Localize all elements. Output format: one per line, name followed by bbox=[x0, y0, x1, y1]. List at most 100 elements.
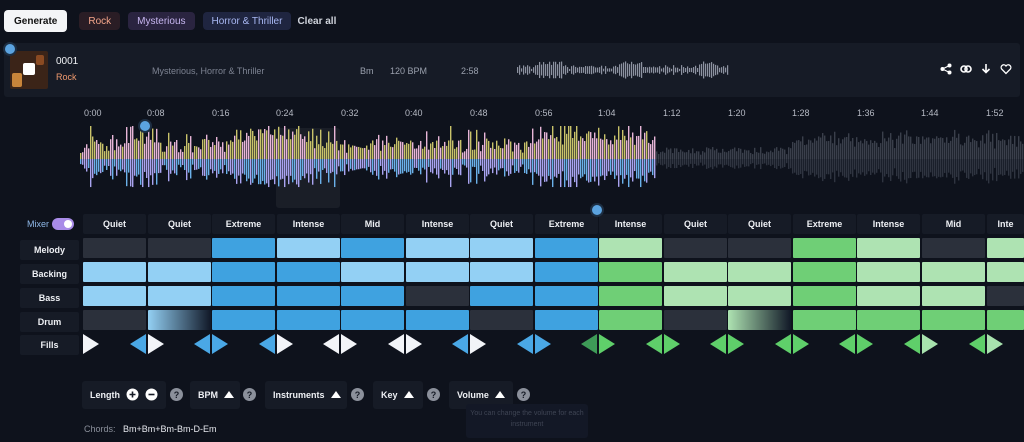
section-intensity[interactable]: Intense bbox=[599, 214, 662, 234]
section-intensity[interactable]: Extreme bbox=[212, 214, 275, 234]
mixer-cell[interactable] bbox=[664, 310, 727, 330]
mixer-cell[interactable] bbox=[664, 262, 727, 282]
mixer-cell[interactable] bbox=[212, 286, 275, 306]
clear-all-button[interactable]: Clear all bbox=[297, 16, 336, 27]
fill-marker[interactable] bbox=[259, 334, 293, 354]
section-intensity[interactable]: Quiet bbox=[148, 214, 211, 234]
playhead-handle[interactable] bbox=[592, 205, 602, 215]
mixer-cell[interactable] bbox=[277, 238, 340, 258]
mixer-cell[interactable] bbox=[341, 238, 404, 258]
mixer-cell[interactable] bbox=[470, 262, 533, 282]
mixer-cell[interactable] bbox=[83, 238, 146, 258]
section-intensity[interactable]: Quiet bbox=[83, 214, 146, 234]
mixer-cell[interactable] bbox=[922, 286, 985, 306]
mixer-cell[interactable] bbox=[987, 238, 1024, 258]
mixer-cell[interactable] bbox=[793, 262, 856, 282]
mixer-cell[interactable] bbox=[148, 310, 211, 330]
fill-marker[interactable] bbox=[388, 334, 422, 354]
mixer-cell[interactable] bbox=[857, 262, 920, 282]
loop-start-handle[interactable] bbox=[140, 121, 150, 131]
mixer-cell[interactable] bbox=[277, 286, 340, 306]
mixer-cell[interactable] bbox=[341, 310, 404, 330]
section-intensity[interactable]: Extreme bbox=[793, 214, 856, 234]
fill-marker[interactable] bbox=[839, 334, 873, 354]
mixer-cell[interactable] bbox=[535, 262, 598, 282]
instruments-help-icon[interactable]: ? bbox=[351, 388, 364, 401]
mixer-toggle[interactable] bbox=[52, 218, 74, 230]
mixer-cell[interactable] bbox=[406, 286, 469, 306]
fill-marker[interactable] bbox=[452, 334, 486, 354]
mixer-cell[interactable] bbox=[728, 262, 791, 282]
mixer-cell[interactable] bbox=[987, 262, 1024, 282]
fill-marker[interactable] bbox=[710, 334, 744, 354]
generate-button[interactable]: Generate bbox=[4, 10, 68, 32]
mixer-cell[interactable] bbox=[148, 238, 211, 258]
mixer-cell[interactable] bbox=[664, 238, 727, 258]
mixer-cell[interactable] bbox=[599, 286, 662, 306]
mixer-cell[interactable] bbox=[83, 286, 146, 306]
fill-marker[interactable] bbox=[83, 334, 99, 354]
mixer-cell[interactable] bbox=[148, 286, 211, 306]
track-mini-waveform[interactable] bbox=[517, 59, 729, 81]
section-intensity[interactable]: Extreme bbox=[535, 214, 598, 234]
bpm-help-icon[interactable]: ? bbox=[243, 388, 256, 401]
mixer-cell[interactable] bbox=[212, 238, 275, 258]
section-intensity[interactable]: Mid bbox=[922, 214, 985, 234]
track-row[interactable]: 0001 Rock Mysterious, Horror & Thriller … bbox=[4, 43, 1020, 97]
fill-marker[interactable] bbox=[775, 334, 809, 354]
mixer-cell[interactable] bbox=[470, 286, 533, 306]
mixer-cell[interactable] bbox=[987, 310, 1024, 330]
mixer-cell[interactable] bbox=[83, 310, 146, 330]
download-icon[interactable] bbox=[980, 63, 992, 75]
mixer-cell[interactable] bbox=[212, 262, 275, 282]
mixer-cell[interactable] bbox=[922, 310, 985, 330]
mixer-cell[interactable] bbox=[599, 238, 662, 258]
section-intensity[interactable]: Intense bbox=[857, 214, 920, 234]
fill-marker[interactable] bbox=[581, 334, 615, 354]
mixer-cell[interactable] bbox=[470, 310, 533, 330]
length-help-icon[interactable]: ? bbox=[170, 388, 183, 401]
fill-marker[interactable] bbox=[904, 334, 938, 354]
section-intensity[interactable]: Quiet bbox=[470, 214, 533, 234]
section-intensity[interactable]: Intense bbox=[277, 214, 340, 234]
mixer-cell[interactable] bbox=[922, 262, 985, 282]
volume-help-icon[interactable]: ? bbox=[517, 388, 530, 401]
mixer-cell[interactable] bbox=[599, 262, 662, 282]
mixer-cell[interactable] bbox=[793, 238, 856, 258]
fill-marker[interactable] bbox=[969, 334, 1003, 354]
mixer-cell[interactable] bbox=[987, 286, 1024, 306]
mixer-cell[interactable] bbox=[793, 286, 856, 306]
fill-marker[interactable] bbox=[194, 334, 228, 354]
mixer-cell[interactable] bbox=[728, 238, 791, 258]
mixer-cell[interactable] bbox=[857, 310, 920, 330]
instruments-control[interactable]: Instruments bbox=[265, 381, 347, 409]
section-intensity[interactable]: Quiet bbox=[728, 214, 791, 234]
bpm-control[interactable]: BPM bbox=[190, 381, 240, 409]
mixer-cell[interactable] bbox=[664, 286, 727, 306]
mixer-cell[interactable] bbox=[212, 310, 275, 330]
key-control[interactable]: Key bbox=[373, 381, 423, 409]
link-icon[interactable] bbox=[960, 63, 972, 75]
fill-marker[interactable] bbox=[517, 334, 551, 354]
mixer-cell[interactable] bbox=[341, 262, 404, 282]
mixer-cell[interactable] bbox=[406, 310, 469, 330]
share-icon[interactable] bbox=[940, 63, 952, 75]
mixer-cell[interactable] bbox=[793, 310, 856, 330]
section-intensity[interactable]: Mid bbox=[341, 214, 404, 234]
mixer-cell[interactable] bbox=[277, 262, 340, 282]
tag-horror-thriller[interactable]: Horror & Thriller bbox=[202, 12, 292, 30]
mixer-cell[interactable] bbox=[857, 286, 920, 306]
mixer-cell[interactable] bbox=[922, 238, 985, 258]
fill-marker[interactable] bbox=[646, 334, 680, 354]
fill-marker[interactable] bbox=[130, 334, 164, 354]
mixer-cell[interactable] bbox=[599, 310, 662, 330]
tag-mysterious[interactable]: Mysterious bbox=[128, 12, 195, 30]
mixer-cell[interactable] bbox=[535, 310, 598, 330]
mixer-cell[interactable] bbox=[857, 238, 920, 258]
mixer-cell[interactable] bbox=[341, 286, 404, 306]
main-waveform[interactable] bbox=[80, 124, 1024, 194]
mixer-cell[interactable] bbox=[535, 286, 598, 306]
section-intensity[interactable]: Inte bbox=[987, 214, 1024, 234]
mixer-cell[interactable] bbox=[406, 238, 469, 258]
plus-icon[interactable] bbox=[126, 388, 139, 403]
